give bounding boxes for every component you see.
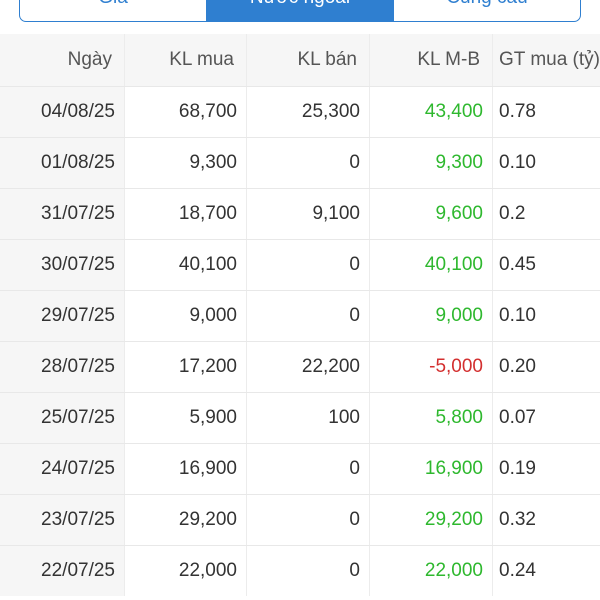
table-row[interactable]: 04/08/25 68,700 25,300 43,400 0.78 <box>0 86 600 137</box>
table-row[interactable]: 23/07/25 29,200 0 29,200 0.32 <box>0 494 600 545</box>
view-tabs: Giá Nước ngoài Cung cầu <box>19 0 581 22</box>
buy-volume-cell: 17,200 <box>124 342 246 392</box>
tab-cung-cau[interactable]: Cung cầu <box>394 0 580 21</box>
sell-volume-cell: 0 <box>246 240 369 290</box>
tab-nuoc-ngoai[interactable]: Nước ngoài <box>207 0 394 21</box>
table-row[interactable]: 29/07/25 9,000 0 9,000 0.10 <box>0 290 600 341</box>
foreign-trading-table: Ngày KL mua KL bán KL M-B GT mua (tỷ) 04… <box>0 34 600 596</box>
table-row[interactable]: 22/07/25 22,000 0 22,000 0.24 <box>0 545 600 596</box>
buy-volume-cell: 9,000 <box>124 291 246 341</box>
buy-volume-cell: 22,000 <box>124 546 246 596</box>
sell-volume-cell: 0 <box>246 291 369 341</box>
buy-value-cell: 0.45 <box>492 240 600 290</box>
buy-value-cell: 0.10 <box>492 291 600 341</box>
net-volume-cell: 29,200 <box>369 495 492 545</box>
buy-value-cell: 0.2 <box>492 189 600 239</box>
date-cell: 28/07/25 <box>0 342 124 392</box>
header-sell-volume[interactable]: KL bán <box>246 34 369 86</box>
header-net-volume[interactable]: KL M-B <box>369 34 492 86</box>
net-volume-cell: 9,300 <box>369 138 492 188</box>
buy-value-cell: 0.78 <box>492 87 600 137</box>
header-buy-volume[interactable]: KL mua <box>124 34 246 86</box>
buy-value-cell: 0.07 <box>492 393 600 443</box>
sell-volume-cell: 0 <box>246 495 369 545</box>
sell-volume-cell: 22,200 <box>246 342 369 392</box>
net-volume-cell: 43,400 <box>369 87 492 137</box>
sell-volume-cell: 25,300 <box>246 87 369 137</box>
buy-volume-cell: 5,900 <box>124 393 246 443</box>
date-cell: 04/08/25 <box>0 87 124 137</box>
net-volume-cell: -5,000 <box>369 342 492 392</box>
net-volume-cell: 22,000 <box>369 546 492 596</box>
buy-volume-cell: 16,900 <box>124 444 246 494</box>
buy-value-cell: 0.19 <box>492 444 600 494</box>
buy-volume-cell: 68,700 <box>124 87 246 137</box>
net-volume-cell: 16,900 <box>369 444 492 494</box>
table-header: Ngày KL mua KL bán KL M-B GT mua (tỷ) <box>0 34 600 86</box>
table-row[interactable]: 31/07/25 18,700 9,100 9,600 0.2 <box>0 188 600 239</box>
sell-volume-cell: 0 <box>246 138 369 188</box>
buy-volume-cell: 9,300 <box>124 138 246 188</box>
table-row[interactable]: 28/07/25 17,200 22,200 -5,000 0.20 <box>0 341 600 392</box>
sell-volume-cell: 100 <box>246 393 369 443</box>
buy-volume-cell: 40,100 <box>124 240 246 290</box>
net-volume-cell: 5,800 <box>369 393 492 443</box>
table-row[interactable]: 01/08/25 9,300 0 9,300 0.10 <box>0 137 600 188</box>
net-volume-cell: 9,000 <box>369 291 492 341</box>
net-volume-cell: 9,600 <box>369 189 492 239</box>
buy-value-cell: 0.24 <box>492 546 600 596</box>
buy-value-cell: 0.32 <box>492 495 600 545</box>
table-row[interactable]: 25/07/25 5,900 100 5,800 0.07 <box>0 392 600 443</box>
date-cell: 29/07/25 <box>0 291 124 341</box>
sell-volume-cell: 0 <box>246 546 369 596</box>
table-row[interactable]: 30/07/25 40,100 0 40,100 0.45 <box>0 239 600 290</box>
net-volume-cell: 40,100 <box>369 240 492 290</box>
header-buy-value[interactable]: GT mua (tỷ) <box>492 34 600 86</box>
sell-volume-cell: 9,100 <box>246 189 369 239</box>
date-cell: 22/07/25 <box>0 546 124 596</box>
sell-volume-cell: 0 <box>246 444 369 494</box>
table-row[interactable]: 24/07/25 16,900 0 16,900 0.19 <box>0 443 600 494</box>
date-cell: 30/07/25 <box>0 240 124 290</box>
date-cell: 31/07/25 <box>0 189 124 239</box>
tab-gia[interactable]: Giá <box>20 0 207 21</box>
date-cell: 23/07/25 <box>0 495 124 545</box>
buy-value-cell: 0.10 <box>492 138 600 188</box>
date-cell: 01/08/25 <box>0 138 124 188</box>
header-date[interactable]: Ngày <box>0 34 124 86</box>
buy-value-cell: 0.20 <box>492 342 600 392</box>
date-cell: 24/07/25 <box>0 444 124 494</box>
buy-volume-cell: 29,200 <box>124 495 246 545</box>
buy-volume-cell: 18,700 <box>124 189 246 239</box>
date-cell: 25/07/25 <box>0 393 124 443</box>
